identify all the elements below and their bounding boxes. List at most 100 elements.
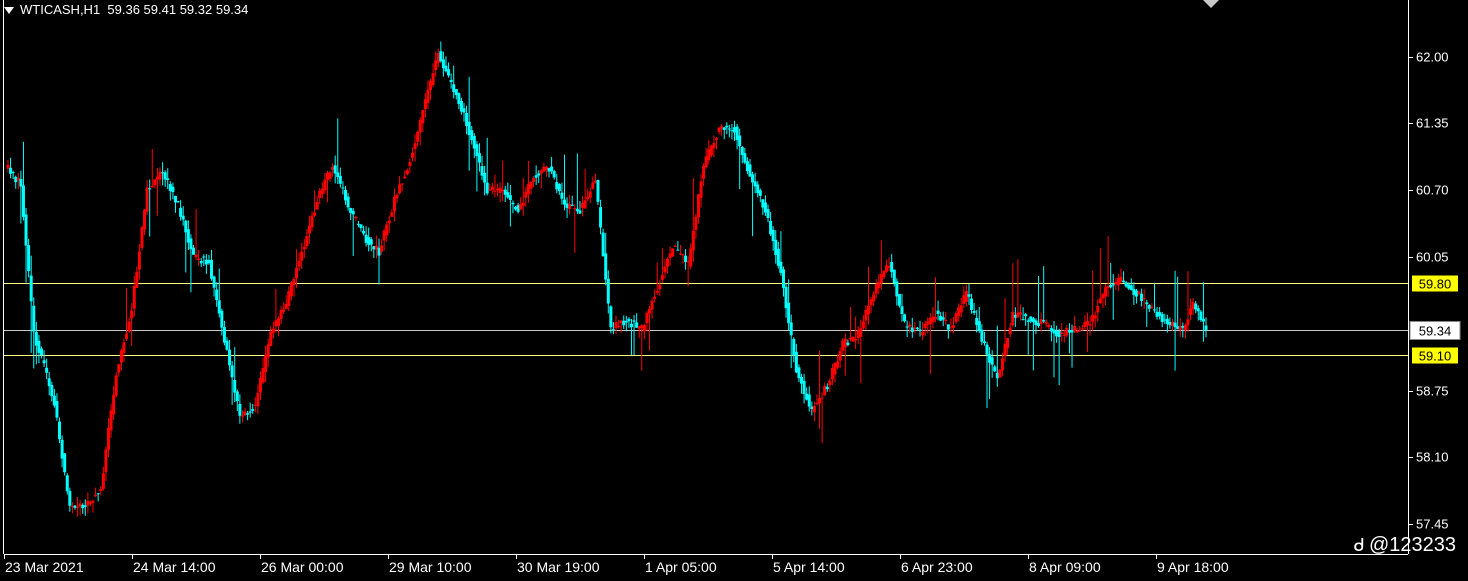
candle-body bbox=[439, 51, 443, 62]
candle-body bbox=[627, 318, 631, 322]
candle-body bbox=[39, 348, 43, 355]
candle-body bbox=[954, 313, 958, 323]
candle-body bbox=[885, 265, 889, 272]
candle-body bbox=[179, 207, 183, 217]
candle-body bbox=[45, 367, 49, 373]
candle-body bbox=[127, 321, 131, 332]
candle-body bbox=[119, 350, 123, 363]
x-tick-label: 8 Apr 09:00 bbox=[1029, 559, 1101, 575]
candle-body bbox=[895, 281, 899, 297]
candle-body bbox=[1186, 319, 1190, 326]
candle-body bbox=[526, 184, 530, 194]
candle-body bbox=[55, 401, 59, 418]
candle-body bbox=[805, 393, 809, 400]
candle-body bbox=[864, 309, 868, 321]
candle-body bbox=[637, 326, 641, 329]
candle-body bbox=[297, 260, 301, 267]
candle-body bbox=[1091, 314, 1095, 322]
chart-header: WTICASH,H1 59.36 59.41 59.32 59.34 bbox=[4, 2, 248, 17]
candle-body bbox=[81, 504, 85, 509]
level-label: 59.80 bbox=[1419, 277, 1452, 292]
candle-body bbox=[58, 421, 62, 440]
ohlc-readout: 59.36 59.41 59.32 59.34 bbox=[107, 2, 249, 17]
candle-body bbox=[872, 294, 876, 302]
candle-body bbox=[235, 391, 239, 402]
candle-body bbox=[96, 493, 100, 495]
candle-body bbox=[63, 453, 67, 473]
candle-body bbox=[52, 395, 56, 406]
candle-body bbox=[1013, 314, 1017, 318]
candle-body bbox=[874, 284, 878, 294]
candle-body bbox=[410, 152, 414, 158]
candle-body bbox=[794, 351, 798, 373]
candle-body bbox=[763, 202, 767, 213]
dropdown-arrow-icon[interactable] bbox=[4, 7, 14, 15]
scroll-marker-icon[interactable] bbox=[1203, 0, 1219, 8]
candle-body bbox=[398, 184, 402, 193]
candle-body bbox=[369, 239, 373, 245]
candle-body bbox=[879, 274, 883, 284]
candle-body bbox=[251, 409, 255, 411]
candle-body bbox=[1199, 311, 1203, 321]
candle-body bbox=[73, 505, 77, 508]
candle-body bbox=[583, 200, 587, 209]
candle-body bbox=[949, 326, 953, 328]
candle-body bbox=[952, 325, 956, 328]
candle-body bbox=[596, 179, 600, 202]
candle-body bbox=[908, 324, 912, 327]
candle-body bbox=[1037, 322, 1041, 327]
candle-body bbox=[511, 202, 515, 205]
candle-body bbox=[542, 166, 546, 172]
candle-body bbox=[300, 251, 304, 261]
candle-body bbox=[338, 175, 342, 184]
candle-body bbox=[457, 93, 461, 104]
y-tick-label: 57.45 bbox=[1416, 517, 1449, 532]
candle-body bbox=[686, 261, 690, 263]
candle-body bbox=[887, 266, 891, 268]
candle-body bbox=[380, 245, 384, 252]
candle-body bbox=[666, 258, 670, 267]
candle-body bbox=[199, 260, 203, 264]
candle-body bbox=[186, 229, 190, 243]
candle-body bbox=[14, 176, 18, 183]
candle-body bbox=[161, 172, 165, 174]
candle-body bbox=[709, 145, 713, 156]
candle-body bbox=[869, 299, 873, 306]
candle-body bbox=[931, 316, 935, 323]
candle-body bbox=[892, 269, 896, 284]
candle-body bbox=[562, 199, 566, 205]
candle-body bbox=[24, 214, 28, 246]
candle-body bbox=[47, 378, 51, 387]
candle-body bbox=[975, 318, 979, 325]
candle-body bbox=[21, 185, 25, 217]
candle-body bbox=[928, 317, 932, 324]
candle-body bbox=[570, 204, 574, 206]
time-axis: 23 Mar 2021 24 Mar 14:00 26 Mar 00:00 29 Ma… bbox=[4, 554, 1229, 575]
candle-body bbox=[217, 300, 221, 314]
candle-body bbox=[910, 327, 914, 332]
candle-body bbox=[1132, 288, 1136, 295]
candle-body bbox=[240, 415, 244, 417]
candle-body bbox=[1049, 328, 1053, 332]
candle-body bbox=[578, 210, 582, 214]
candle-body bbox=[751, 174, 755, 183]
candle-body bbox=[588, 191, 592, 198]
candle-body bbox=[854, 338, 858, 341]
candle-body bbox=[238, 403, 242, 416]
candle-body bbox=[418, 119, 422, 133]
candle-body bbox=[362, 230, 366, 234]
candle-body bbox=[668, 253, 672, 258]
candle-body bbox=[658, 284, 662, 290]
candle-body bbox=[225, 340, 229, 350]
x-tick-label: 24 Mar 14:00 bbox=[133, 559, 216, 575]
candle-body bbox=[65, 475, 69, 492]
candle-body bbox=[1062, 334, 1066, 336]
candle-body bbox=[1116, 278, 1120, 286]
candle-body bbox=[1101, 294, 1105, 299]
y-tick-label: 62.00 bbox=[1416, 50, 1449, 65]
candle-body bbox=[42, 360, 46, 364]
candle-body bbox=[560, 192, 564, 199]
candle-body bbox=[712, 143, 716, 149]
candle-body bbox=[70, 505, 74, 507]
candle-body bbox=[405, 170, 409, 175]
